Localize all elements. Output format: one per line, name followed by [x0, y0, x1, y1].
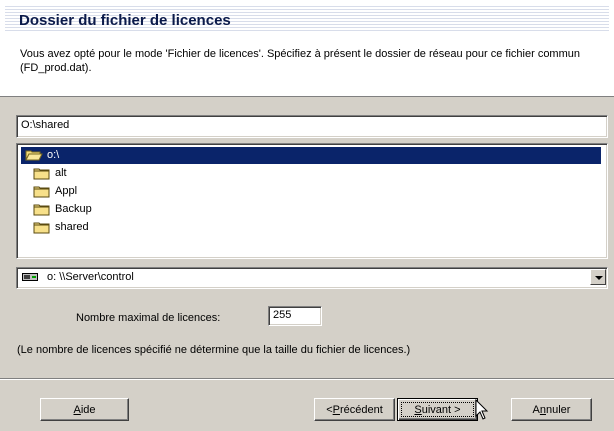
- folder-path-input[interactable]: O:\shared: [16, 115, 608, 138]
- max-licenses-value: 255: [273, 309, 292, 321]
- description-text: Vous avez opté pour le mode 'Fichier de …: [20, 48, 580, 74]
- help-button[interactable]: Aide: [40, 398, 129, 421]
- drive-select-value: o: \\Server\control: [47, 271, 134, 283]
- back-mnemonic: P: [332, 404, 340, 416]
- cancel-label: nuler: [546, 404, 571, 416]
- help-mnemonic: A: [73, 404, 81, 416]
- max-licenses-label: Nombre maximal de licences:: [76, 312, 221, 324]
- next-button[interactable]: Suivant >: [397, 398, 478, 421]
- folder-item-label: Appl: [55, 185, 78, 197]
- page-title: Dossier du fichier de licences: [19, 12, 231, 29]
- back-button[interactable]: <Précédent: [314, 398, 395, 421]
- help-label: ide: [80, 404, 96, 416]
- folder-icon: [33, 204, 50, 216]
- folder-path-value: O:\shared: [21, 119, 70, 131]
- chevron-down-icon[interactable]: [590, 269, 606, 285]
- max-licenses-input[interactable]: 255: [268, 306, 322, 326]
- folder-icon: [33, 222, 50, 234]
- drive-select[interactable]: o: \\Server\control: [16, 267, 608, 289]
- license-note: (Le nombre de licences spécifié ne déter…: [17, 344, 411, 356]
- folder-item-backup[interactable]: Backup: [21, 201, 601, 218]
- cancel-prefix: A: [532, 404, 540, 416]
- folder-item-alt[interactable]: alt: [21, 165, 601, 182]
- cancel-button[interactable]: Annuler: [511, 398, 592, 421]
- folder-item-shared[interactable]: shared: [21, 219, 601, 236]
- folder-item-label: o:\: [47, 149, 60, 161]
- dialog-header: Dossier du fichier de licences Vous avez…: [0, 0, 614, 97]
- folder-item-appl[interactable]: Appl: [21, 183, 601, 200]
- title-banner: Dossier du fichier de licences: [5, 4, 609, 32]
- divider: [0, 378, 614, 380]
- network-drive-icon: [22, 273, 38, 281]
- focus-rect: [401, 402, 474, 417]
- folder-icon: [33, 186, 50, 198]
- folder-icon: [33, 168, 50, 180]
- folder-item-root[interactable]: o:\: [21, 147, 601, 164]
- folder-item-label: Backup: [55, 203, 92, 215]
- folder-list[interactable]: o:\ alt Appl Backup shared: [16, 143, 608, 259]
- back-label: récédent: [339, 404, 383, 416]
- folder-item-label: shared: [55, 221, 89, 233]
- mouse-pointer-icon: [475, 399, 489, 420]
- folder-item-label: alt: [55, 167, 67, 179]
- open-folder-icon: [25, 150, 43, 161]
